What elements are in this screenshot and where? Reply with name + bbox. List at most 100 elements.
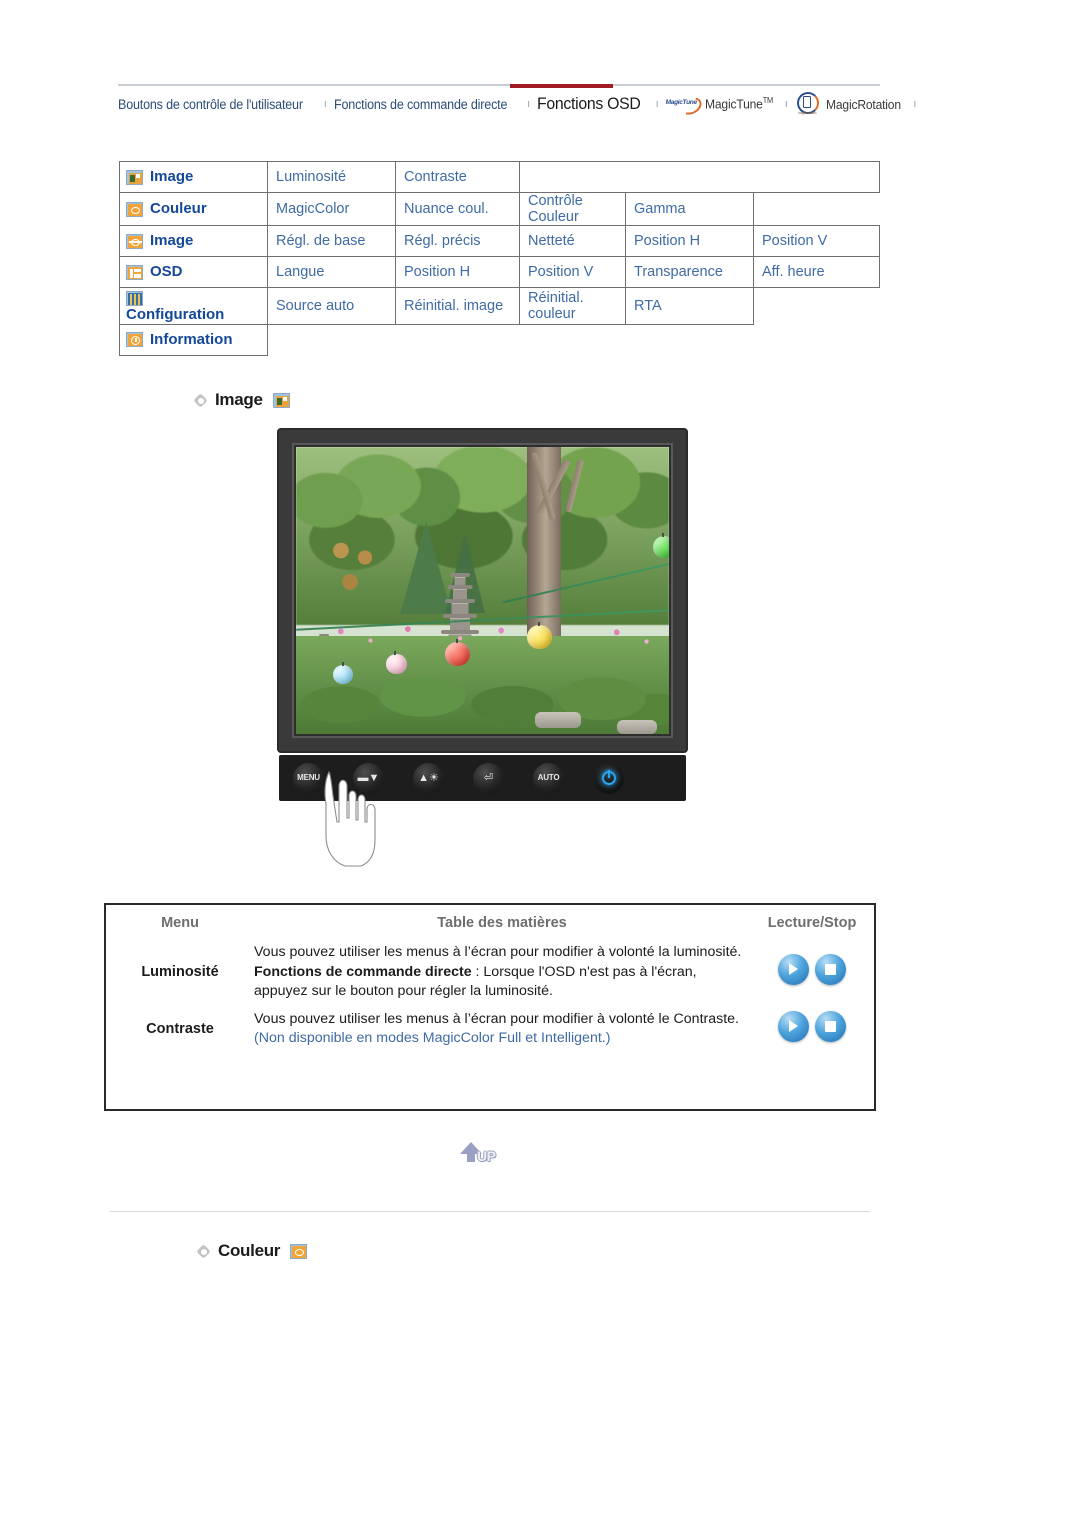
magicrotation-logo-icon: magicrotation bbox=[795, 92, 821, 116]
enter-icon: ⏎ bbox=[483, 771, 494, 784]
play-button[interactable] bbox=[778, 954, 809, 986]
nav-item-direct-commands[interactable]: Fonctions de commande directe bbox=[334, 97, 507, 112]
table-header-row: Menu Table des matières Lecture/Stop bbox=[106, 905, 874, 939]
table-row: Image Luminosité Contraste bbox=[119, 161, 880, 193]
auto-button[interactable]: AUTO bbox=[533, 762, 564, 794]
osd-category-label: Couleur bbox=[150, 200, 207, 217]
osd-category-label: Configuration bbox=[126, 305, 225, 323]
table-row: Couleur MagicColor Nuance coul. Contrôle… bbox=[119, 192, 880, 226]
power-icon bbox=[601, 771, 616, 785]
auto-button-label: AUTO bbox=[537, 773, 560, 782]
osd-item-transparence[interactable]: Transparence bbox=[625, 256, 754, 288]
nav-item-magicrotation[interactable]: MagicRotation bbox=[826, 97, 901, 112]
osd-item-regl-de-base[interactable]: Régl. de base bbox=[267, 225, 396, 257]
information-clock-icon bbox=[126, 332, 143, 348]
osd-category-image-1[interactable]: Image bbox=[119, 161, 268, 193]
nav-rule bbox=[118, 84, 880, 86]
row-label-luminosite: Luminosité bbox=[141, 964, 219, 981]
brightness-icon: ▲☀ bbox=[418, 771, 439, 784]
lantern-green bbox=[653, 532, 669, 558]
nav-item-user-control-buttons[interactable]: Boutons de contrôle de l'utilisateur bbox=[118, 97, 303, 112]
osd-item-aff-heure[interactable]: Aff. heure bbox=[753, 256, 880, 288]
color-palette-icon bbox=[290, 1243, 308, 1259]
osd-category-couleur[interactable]: Couleur bbox=[119, 192, 268, 226]
row-label-contraste: Contraste bbox=[146, 1021, 214, 1037]
stop-button[interactable] bbox=[815, 1011, 846, 1042]
osd-item-controle-couleur[interactable]: Contrôle Couleur bbox=[519, 192, 626, 226]
nav-separator: ı bbox=[655, 98, 659, 110]
osd-empty-cell bbox=[753, 287, 880, 325]
menu-button-label: MENU bbox=[297, 773, 320, 782]
row-buttons-contraste bbox=[750, 1006, 874, 1053]
table-row-contraste: Contraste Vous pouvez utiliser les menus… bbox=[106, 1006, 874, 1053]
lantern-red bbox=[445, 639, 471, 667]
osd-item-luminosite[interactable]: Luminosité bbox=[267, 161, 396, 193]
column-header-play-stop: Lecture/Stop bbox=[767, 915, 857, 931]
osd-category-configuration[interactable]: Configuration bbox=[119, 287, 268, 325]
monitor-screen-image bbox=[296, 447, 669, 734]
osd-item-gamma[interactable]: Gamma bbox=[625, 192, 754, 226]
nav-separator: ı bbox=[323, 98, 327, 110]
osd-empty-cell bbox=[267, 324, 880, 356]
image-brightness-icon bbox=[126, 169, 143, 185]
enter-button[interactable]: ⏎ bbox=[473, 762, 504, 794]
osd-item-contraste[interactable]: Contraste bbox=[395, 161, 520, 193]
osd-item-osd-position-h[interactable]: Position H bbox=[395, 256, 520, 288]
osd-category-label: Image bbox=[150, 168, 194, 185]
osd-item-regl-precis[interactable]: Régl. précis bbox=[395, 225, 520, 257]
osd-item-nuance-coul[interactable]: Nuance coul. bbox=[395, 192, 520, 226]
description-line-1: Vous pouvez utiliser les menus à l’écran… bbox=[254, 944, 742, 960]
table-row: OSD Langue Position H Position V Transpa… bbox=[119, 256, 880, 288]
osd-category-label: Information bbox=[150, 330, 233, 348]
trademark-mark: TM bbox=[762, 96, 773, 106]
monitor-illustration: MENU ▬▼ ▲☀ ⏎ AUTO bbox=[277, 428, 688, 867]
osd-category-image-2[interactable]: Image bbox=[119, 225, 268, 257]
osd-menu-table: Image Luminosité Contraste Couleur Magic… bbox=[119, 161, 880, 356]
table-row: Image Régl. de base Régl. précis Netteté… bbox=[119, 225, 880, 257]
monitor-bezel bbox=[277, 428, 688, 753]
up-button[interactable]: UP bbox=[460, 1142, 508, 1170]
description-table: Menu Table des matières Lecture/Stop Lum… bbox=[104, 903, 876, 1111]
osd-item-osd-position-v[interactable]: Position V bbox=[519, 256, 626, 288]
osd-category-label: OSD bbox=[150, 263, 183, 280]
section-heading-image: Image bbox=[194, 390, 290, 410]
brightness-button[interactable]: ▲☀ bbox=[413, 762, 444, 794]
osd-category-label: Image bbox=[150, 232, 194, 249]
osd-item-magiccolor[interactable]: MagicColor bbox=[267, 192, 396, 226]
configuration-sliders-icon bbox=[126, 290, 143, 306]
power-button[interactable] bbox=[593, 762, 624, 794]
osd-empty-cell bbox=[519, 161, 880, 193]
row-description-contraste: Vous pouvez utiliser les menus à l’écran… bbox=[254, 1006, 750, 1053]
osd-item-position-h[interactable]: Position H bbox=[625, 225, 754, 257]
menu-button[interactable]: MENU bbox=[293, 762, 324, 794]
nav-item-magictune[interactable]: MagicTuneTM bbox=[705, 96, 773, 111]
column-header-menu: Menu bbox=[161, 915, 199, 931]
section-divider bbox=[110, 1211, 870, 1212]
nav-active-indicator bbox=[510, 84, 613, 88]
magictune-logo-icon: MagicTune bbox=[666, 93, 704, 118]
nav-separator: ı bbox=[527, 98, 531, 110]
monitor-control-panel: MENU ▬▼ ▲☀ ⏎ AUTO bbox=[279, 755, 686, 801]
osd-item-position-v[interactable]: Position V bbox=[753, 225, 880, 257]
osd-item-nettete[interactable]: Netteté bbox=[519, 225, 626, 257]
play-button[interactable] bbox=[778, 1011, 809, 1042]
osd-item-langue[interactable]: Langue bbox=[267, 256, 396, 288]
bullet-diamond-icon bbox=[194, 393, 209, 408]
nav-item-magictune-label: MagicTune bbox=[704, 96, 763, 112]
nav-item-osd-functions[interactable]: Fonctions OSD bbox=[537, 94, 641, 114]
section-heading-couleur: Couleur bbox=[197, 1241, 308, 1261]
osd-item-reinitial-image[interactable]: Réinitial. image bbox=[395, 287, 520, 325]
column-header-contents: Table des matières bbox=[437, 915, 567, 931]
osd-category-information[interactable]: Information bbox=[119, 323, 268, 356]
osd-item-reinitial-couleur[interactable]: Réinitial. couleur bbox=[519, 287, 626, 325]
table-row: Configuration Source auto Réinitial. ima… bbox=[119, 287, 880, 325]
osd-item-rta[interactable]: RTA bbox=[625, 287, 754, 325]
down-up-button[interactable]: ▬▼ bbox=[353, 762, 384, 794]
description-line-1: Vous pouvez utiliser les menus à l’écran… bbox=[254, 1010, 739, 1027]
osd-category-osd[interactable]: OSD bbox=[119, 256, 268, 288]
osd-window-icon bbox=[126, 264, 143, 280]
description-bold-lead: Fonctions de commande directe bbox=[254, 963, 472, 980]
osd-item-source-auto[interactable]: Source auto bbox=[267, 287, 396, 325]
updown-arrow-icon: ▬▼ bbox=[357, 771, 380, 784]
stop-button[interactable] bbox=[815, 954, 846, 986]
